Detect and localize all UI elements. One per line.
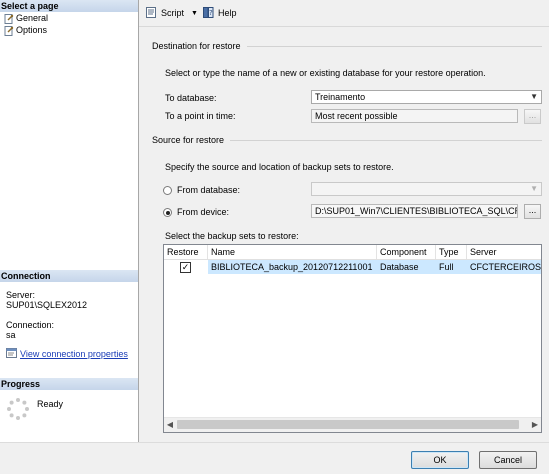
to-database-label: To database: — [165, 93, 217, 103]
from-database-radio[interactable] — [163, 186, 172, 195]
connection-label: Connection: — [6, 320, 55, 330]
scroll-left-icon[interactable]: ◀ — [164, 418, 176, 431]
from-database-combo[interactable]: ▼ — [311, 182, 542, 196]
from-device-browse-button[interactable]: ... — [524, 204, 541, 219]
component-cell: Database — [380, 262, 419, 272]
chevron-down-icon[interactable]: ▼ — [530, 91, 538, 103]
help-book-icon: ? — [202, 6, 215, 21]
page-item-options[interactable]: Options — [4, 25, 47, 36]
to-database-value: Treinamento — [315, 92, 366, 102]
connection-value: sa — [6, 330, 16, 340]
page-wrench-icon — [4, 13, 14, 24]
script-icon — [145, 6, 158, 21]
page-item-label: General — [16, 13, 49, 23]
divider — [246, 45, 542, 47]
view-connection-properties[interactable]: View connection properties — [6, 348, 128, 360]
from-device-radio[interactable] — [163, 208, 172, 217]
script-button[interactable]: Script ▼ — [145, 6, 198, 20]
script-label: Script — [161, 8, 185, 18]
table-row[interactable]: ✓ BIBLIOTECA_backup_20120712211001 Datab… — [164, 260, 541, 274]
dropdown-arrow-icon[interactable]: ▼ — [191, 10, 198, 17]
name-cell: BIBLIOTECA_backup_20120712211001 — [211, 262, 373, 272]
progress-spinner-icon — [6, 397, 30, 423]
from-database-label: From database: — [177, 185, 241, 195]
destination-header: Destination for restore — [152, 41, 241, 51]
view-connection-link[interactable]: View connection properties — [20, 349, 128, 359]
help-label: Help — [218, 8, 237, 18]
server-value: SUP01\SQLEX2012 — [6, 300, 88, 310]
point-in-time-value: Most recent possible — [315, 111, 398, 121]
from-device-value: D:\SUP01_Win7\CLIENTES\BIBLIOTECA_SQL\CR — [315, 206, 518, 216]
toolbar: Script ▼ ? Help — [139, 0, 549, 27]
scrollbar-thumb[interactable] — [177, 420, 519, 429]
chevron-down-icon[interactable]: ▼ — [530, 183, 538, 195]
page-item-label: Options — [16, 25, 48, 35]
properties-icon — [6, 348, 17, 360]
server-label: Server: — [6, 290, 36, 300]
select-page-header: Select a page — [0, 0, 138, 12]
progress-status: Ready — [37, 399, 64, 409]
type-cell: Full — [439, 262, 454, 272]
point-in-time-browse-button[interactable]: ... — [524, 109, 541, 124]
source-group-header: Source for restore — [139, 135, 542, 145]
progress-header: Progress — [0, 378, 138, 390]
destination-instruction: Select or type the name of a new or exis… — [165, 68, 486, 78]
point-in-time-label: To a point in time: — [165, 111, 236, 121]
column-header-server[interactable]: Server — [467, 245, 541, 259]
horizontal-scrollbar[interactable]: ◀ ▶ — [164, 417, 541, 432]
left-panel: Select a page General Options Connection… — [0, 0, 139, 442]
from-device-label: From device: — [177, 207, 230, 217]
server-cell: CFCTERCEIROS\ — [470, 262, 542, 272]
help-button[interactable]: ? Help — [202, 6, 237, 20]
source-header: Source for restore — [152, 135, 225, 145]
column-header-name[interactable]: Name — [208, 245, 377, 259]
from-device-field[interactable]: D:\SUP01_Win7\CLIENTES\BIBLIOTECA_SQL\CR — [311, 204, 518, 218]
ok-button[interactable]: OK — [411, 451, 469, 469]
source-instruction: Specify the source and location of backu… — [165, 162, 394, 172]
grid-header: Restore Name Component Type Server — [164, 245, 541, 260]
column-header-component[interactable]: Component — [377, 245, 436, 259]
to-database-combo[interactable]: Treinamento ▼ — [311, 90, 542, 104]
svg-text:?: ? — [209, 9, 213, 17]
backup-sets-label: Select the backup sets to restore: — [165, 231, 299, 241]
point-in-time-field[interactable]: Most recent possible — [311, 109, 518, 123]
column-header-restore[interactable]: Restore — [164, 245, 208, 259]
restore-cell: ✓ — [164, 260, 208, 274]
destination-group-header: Destination for restore — [152, 41, 542, 51]
divider — [230, 139, 542, 141]
cancel-button[interactable]: Cancel — [479, 451, 537, 469]
page-item-general[interactable]: General — [4, 13, 48, 24]
restore-checkbox[interactable]: ✓ — [180, 262, 191, 273]
page-wrench-icon — [4, 25, 14, 36]
connection-header: Connection — [0, 270, 138, 282]
column-header-type[interactable]: Type — [436, 245, 467, 259]
backup-sets-grid[interactable]: Restore Name Component Type Server ✓ BIB… — [163, 244, 542, 433]
scroll-right-icon[interactable]: ▶ — [529, 418, 541, 431]
